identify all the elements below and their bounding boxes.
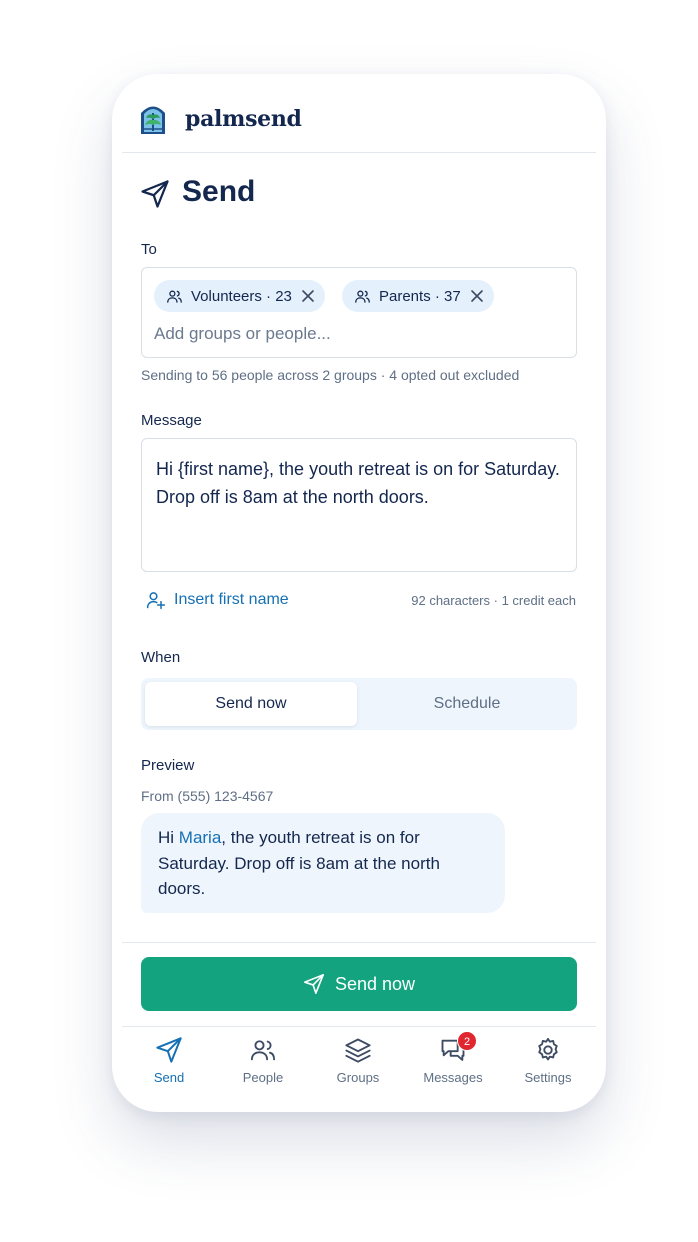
preview-label: Preview [141,757,195,774]
nav-item-people[interactable]: People [223,1036,303,1085]
people-icon [355,290,370,303]
nav-label: Send [153,1070,185,1085]
recipients-input[interactable]: Add groups or people... [154,324,331,344]
page-title: Send [182,175,256,208]
add-person-icon [146,592,166,610]
people-icon [250,1040,276,1061]
preview-message-bubble: Hi Maria, the youth retreat is on for Sa… [141,813,505,913]
recipient-chip-volunteers[interactable]: Volunteers · 23 [154,280,325,312]
recipient-chip-parents[interactable]: Parents · 37 [342,280,494,312]
nav-item-messages[interactable]: 2 Messages [413,1031,493,1085]
divider [122,942,596,943]
logo-icon [141,106,165,134]
send-now-button[interactable]: Send now [141,957,577,1011]
send-icon [303,974,324,994]
recipients-summary: Sending to 56 people across 2 groups · 4… [141,367,520,383]
message-textarea[interactable]: Hi {first name}, the youth retreat is on… [141,438,577,572]
close-icon[interactable] [470,289,484,303]
nav-item-settings[interactable]: Settings [508,1036,588,1085]
when-label: When [141,649,181,666]
layers-icon [345,1038,371,1063]
gear-icon [538,1037,558,1061]
recipient-chip-label: Parents · 37 [379,287,461,305]
nav-label: Groups [336,1070,380,1085]
app-header: palmsend [122,74,596,153]
to-label: To [141,241,157,258]
when-segmented-control: Send now Schedule [141,678,577,730]
nav-item-send[interactable]: Send [129,1036,209,1085]
preview-recipient-name: Maria [178,828,222,847]
nav-item-groups[interactable]: Groups [318,1036,398,1085]
nav-label: People [242,1070,284,1085]
preview-greeting: Hi [158,828,179,847]
recipient-chip-label: Volunteers · 23 [191,287,292,305]
phone-frame: palmsend Send To Volunteers · 23 Parents… [112,74,606,1112]
messages-badge: 2 [457,1031,477,1051]
recipients-field[interactable]: Volunteers · 23 Parents · 37 Add groups … [141,267,577,358]
message-label: Message [141,412,202,429]
preview-from: From (555) 123-4567 [141,788,274,804]
chat-icon-wrap: 2 [439,1031,477,1064]
schedule-option[interactable]: Schedule [361,682,573,726]
insert-first-name-link[interactable]: Insert first name [146,590,289,610]
divider [122,1026,596,1027]
character-counter: 92 characters · 1 credit each [411,593,576,608]
app-logo-text: palmsend [185,106,302,132]
send-icon [141,180,169,208]
close-icon[interactable] [301,289,315,303]
nav-label: Settings [524,1070,572,1085]
send-now-option[interactable]: Send now [145,682,357,726]
people-icon [167,290,182,303]
nav-label: Messages [423,1070,483,1085]
send-now-button-label: Send now [334,973,416,994]
send-icon [156,1037,182,1063]
insert-first-name-label: Insert first name [174,591,289,608]
